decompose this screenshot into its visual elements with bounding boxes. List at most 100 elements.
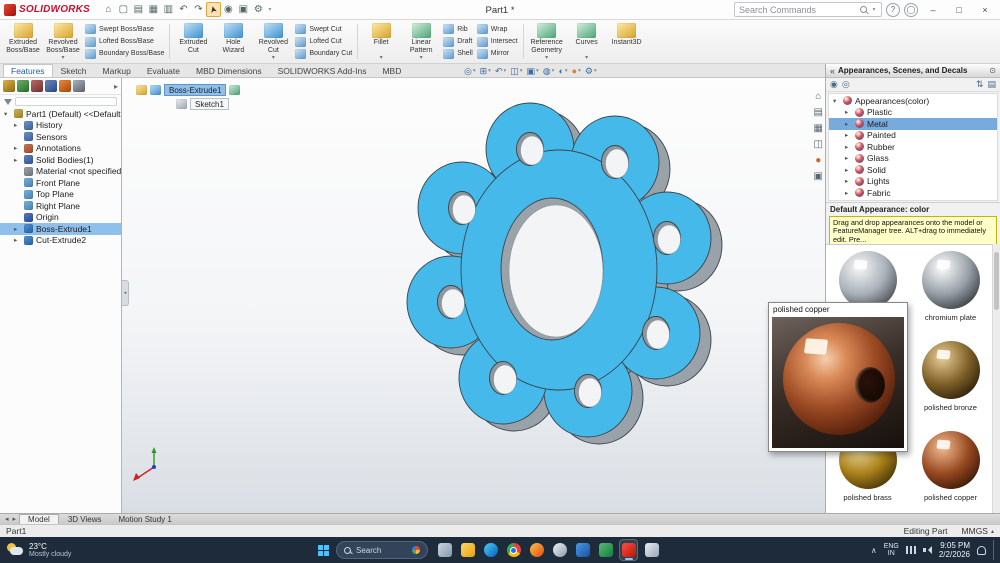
ribbon-linear-pattern[interactable]: Linear Pattern ▾ <box>401 21 441 62</box>
ribbon-boundary-cut[interactable]: Boundary Cut <box>295 48 352 59</box>
feature-tree-item[interactable]: Material <not specified> <box>0 166 121 178</box>
view-tab[interactable]: Model <box>19 514 59 524</box>
network-icon[interactable] <box>905 546 916 554</box>
taskbar-app-file-explorer[interactable] <box>458 539 477 561</box>
tray-expand-icon[interactable]: ∧ <box>871 546 877 555</box>
appearance-category[interactable]: ▸ Metal <box>829 118 997 130</box>
titlebar-button-home[interactable]: ⌂ <box>101 2 116 17</box>
titlebar-button-file-properties[interactable]: ▣ <box>236 2 251 17</box>
expand-arrow-icon[interactable]: ▾ <box>4 110 11 118</box>
close-button[interactable]: × <box>974 1 996 19</box>
feature-tree-item[interactable]: ▸ Cut-Extrude2 <box>0 235 121 247</box>
ribbon-swept-boss-base[interactable]: Swept Boss/Base <box>85 24 164 35</box>
appearance-category[interactable]: ▸ Lights <box>829 176 997 188</box>
tree-filter-input[interactable] <box>15 97 117 106</box>
expand-arrow-icon[interactable]: ▸ <box>14 121 21 129</box>
expand-arrow-icon[interactable]: ▸ <box>14 144 21 152</box>
tab-scroll-scroll-tabs-right[interactable]: ▸ <box>11 515 19 523</box>
ribbon-fillet[interactable]: Fillet ▾ <box>361 21 401 62</box>
hud-button-previous-view[interactable]: ↶ ▾ <box>494 66 507 77</box>
tab[interactable]: MBD <box>374 64 409 77</box>
command-search-input[interactable]: Search Commands ▾ <box>734 2 882 17</box>
side-button-view-palette[interactable]: ◫ <box>814 140 823 150</box>
expand-arrow-icon[interactable]: ▸ <box>845 166 852 174</box>
ribbon-boundary-boss-base[interactable]: Boundary Boss/Base <box>85 48 164 59</box>
panel-tab-propertymanager[interactable] <box>17 80 29 92</box>
feature-tree-item[interactable]: ▸ Annotations <box>0 143 121 155</box>
units-selector[interactable]: MMGS ▴ <box>962 526 994 536</box>
tab[interactable]: Sketch <box>53 64 95 77</box>
taskbar-app-excel[interactable] <box>596 539 615 561</box>
side-button-appearances[interactable]: ● <box>815 156 821 166</box>
breadcrumb-feature[interactable]: Boss-Extrude1 <box>164 84 227 96</box>
toolbar-button-sort[interactable]: ⇅ <box>976 79 984 90</box>
titlebar-button-undo[interactable]: ↶ <box>176 2 191 17</box>
taskbar-search[interactable]: Search <box>336 541 428 559</box>
ribbon-mirror[interactable]: Mirror <box>476 48 518 59</box>
language-indicator[interactable]: ENG IN <box>884 543 899 557</box>
titlebar-button-redo[interactable]: ↷ <box>191 2 206 17</box>
taskbar-app-notepad[interactable] <box>642 539 661 561</box>
taskbar-clock[interactable]: 9:05 PM 2/2/2026 <box>939 541 970 559</box>
taskbar-app-chrome[interactable] <box>504 539 523 561</box>
feature-tree-item[interactable]: ▾ Part1 (Default) <<Default>_Display St <box>0 108 121 120</box>
feature-icon[interactable] <box>150 85 161 95</box>
side-button-home[interactable]: ⌂ <box>815 92 821 102</box>
hud-button-view-orientation[interactable]: ▣ ▾ <box>526 66 540 77</box>
breadcrumb-sketch[interactable]: Sketch1 <box>190 98 229 110</box>
tab[interactable]: Evaluate <box>139 64 188 77</box>
ribbon-rib[interactable]: Rib <box>443 24 473 35</box>
expand-arrow-icon[interactable]: ▸ <box>845 143 852 151</box>
titlebar-button-options[interactable]: ⚙ <box>251 2 266 17</box>
expand-arrow-icon[interactable]: ▸ <box>845 108 852 116</box>
taskbar-app-solidworks[interactable] <box>619 539 638 561</box>
titlebar-button-rebuild[interactable]: ◉ <box>221 2 236 17</box>
view-tab[interactable]: Motion Study 1 <box>110 514 179 524</box>
expand-arrow-icon[interactable]: ▸ <box>14 156 21 164</box>
appearance-category[interactable]: ▸ Fabric <box>829 187 997 199</box>
help-button[interactable]: ? <box>886 2 900 17</box>
ribbon-curves[interactable]: Curves ▾ <box>567 21 607 62</box>
feature-tree-item[interactable]: ▸ Boss-Extrude1 <box>0 223 121 235</box>
side-button-design-library[interactable]: ▤ <box>814 108 823 118</box>
expand-arrow-icon[interactable]: ▸ <box>845 189 852 197</box>
hud-button-zoom-area[interactable]: ⊞ ▾ <box>479 66 492 77</box>
start-button[interactable] <box>318 544 329 556</box>
titlebar-button-print[interactable]: ▥ <box>161 2 176 17</box>
ribbon-hole-wizard[interactable]: Hole Wizard <box>213 21 253 62</box>
folder-icon[interactable] <box>136 85 147 95</box>
show-desktop-button[interactable] <box>993 540 996 560</box>
feature-tree-item[interactable]: Origin <box>0 212 121 224</box>
scrollbar-thumb[interactable] <box>994 252 999 310</box>
hud-button-display-style[interactable]: ◍ ▾ <box>542 66 556 77</box>
hud-button-zoom-fit[interactable]: ◎ ▾ <box>463 66 477 77</box>
ribbon-extruded-boss-base[interactable]: Extruded Boss/Base <box>3 21 43 62</box>
hud-button-hide-show-items[interactable]: ◐ ▾ <box>557 66 568 76</box>
appearance-thumb-chromium plate[interactable]: chromium plate <box>909 245 992 335</box>
side-button-file-explorer[interactable]: ▦ <box>814 124 823 134</box>
view-tab[interactable]: 3D Views <box>60 514 110 524</box>
appearance-category[interactable]: ▸ Painted <box>829 130 997 142</box>
tab-scroll-scroll-tabs-left[interactable]: ◂ <box>3 515 11 523</box>
feature-tree-item[interactable]: Front Plane <box>0 177 121 189</box>
graphics-viewport[interactable]: Boss-Extrude1 Sketch1 ⌂ ▤ ▦ ◫ ● ▣ ◂ <box>122 78 825 513</box>
ribbon-shell[interactable]: Shell <box>443 48 473 59</box>
pin-pane-icon[interactable]: ⊙ <box>989 66 996 75</box>
ribbon-extruded-cut[interactable]: Extruded Cut <box>173 21 213 62</box>
toolbar-button-nav-home[interactable]: ◎ <box>842 79 850 90</box>
collapse-arrow-icon[interactable]: ▾ <box>833 97 840 105</box>
appearance-category[interactable]: ▸ Solid <box>829 164 997 176</box>
appearance-thumb-polished bronze[interactable]: polished bronze <box>909 335 992 425</box>
ribbon-wrap[interactable]: Wrap <box>476 24 518 35</box>
ribbon-intersect[interactable]: Intersect <box>476 36 518 47</box>
toolbar-button-view-options[interactable]: ▤ <box>987 79 996 90</box>
minimize-button[interactable]: – <box>922 1 944 19</box>
appearance-category[interactable]: ▸ Rubber <box>829 141 997 153</box>
maximize-button[interactable]: □ <box>948 1 970 19</box>
ribbon-revolved-cut[interactable]: Revolved Cut ▾ <box>253 21 293 62</box>
notification-bell-icon[interactable] <box>977 545 986 555</box>
tab[interactable]: SOLIDWORKS Add-Ins <box>270 64 375 77</box>
appearances-root[interactable]: ▾ Appearances(color) <box>829 95 997 107</box>
expand-arrow-icon[interactable]: ▸ <box>845 177 852 185</box>
titlebar-button-new-document[interactable]: ▢ <box>116 2 131 17</box>
